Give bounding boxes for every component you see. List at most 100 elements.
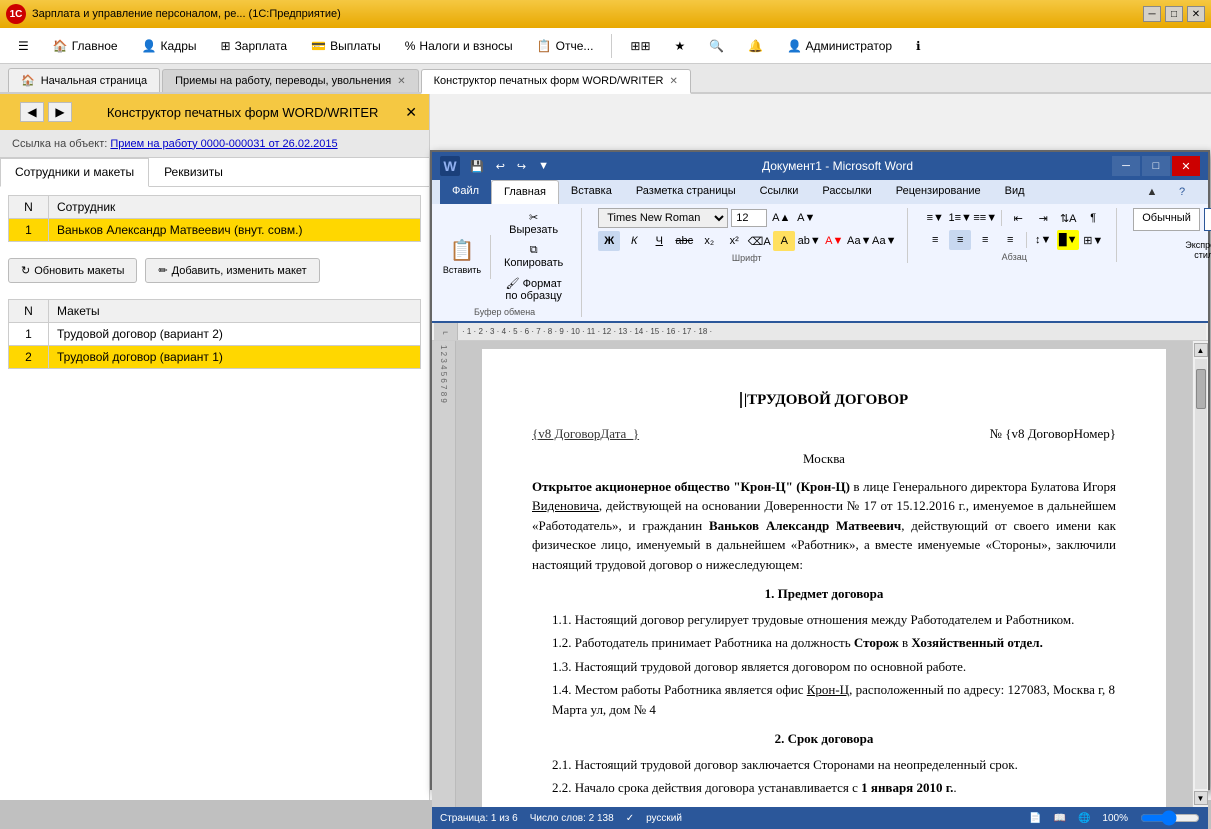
align-left-btn[interactable]: ≡	[924, 230, 946, 250]
tab-hr-close[interactable]: ✕	[397, 76, 405, 87]
refresh-templates-btn[interactable]: ↻ Обновить макеты	[8, 258, 137, 283]
tab-constructor-close[interactable]: ✕	[669, 76, 677, 87]
view-normal-btn[interactable]: 📄	[1029, 813, 1041, 824]
bold-btn[interactable]: Ж	[598, 231, 620, 251]
increase-indent-btn[interactable]: ⇥	[1032, 208, 1054, 228]
align-right-btn[interactable]: ≡	[974, 230, 996, 250]
app-logo: 1C	[6, 4, 26, 24]
tab-constructor[interactable]: Конструктор печатных форм WORD/WRITER ✕	[421, 69, 691, 94]
view-reading-btn[interactable]: 📖	[1054, 813, 1066, 824]
ribbon-tab-home[interactable]: Главная	[491, 180, 559, 204]
multilevel-btn[interactable]: ≡≡▼	[974, 208, 996, 228]
status-spell-icon[interactable]: ✓	[626, 813, 634, 824]
line-spacing-btn[interactable]: ↕▼	[1032, 230, 1054, 250]
minimize-btn[interactable]: ─	[1143, 6, 1161, 22]
scroll-up-btn[interactable]: ▲	[1194, 343, 1208, 357]
superscript-btn[interactable]: x²	[723, 231, 745, 251]
menu-apps[interactable]: ⊞⊞	[620, 35, 660, 57]
express-styles-btn[interactable]: Экспресс-стили	[1176, 235, 1211, 265]
forward-btn[interactable]: ▶	[48, 102, 72, 122]
back-btn[interactable]: ◀	[20, 102, 44, 122]
menu-home[interactable]: 🏠 Главное	[43, 35, 128, 57]
word-qa-more[interactable]: ▼	[534, 158, 553, 175]
change-case-btn[interactable]: Аа▼	[873, 231, 895, 251]
zoom-slider[interactable]	[1140, 810, 1200, 826]
word-close-btn[interactable]: ✕	[1172, 156, 1200, 176]
underline-btn[interactable]: Ч	[648, 231, 670, 251]
font-size-input[interactable]	[731, 209, 767, 227]
menu-info[interactable]: ℹ	[906, 35, 931, 57]
tab-hr[interactable]: Приемы на работу, переводы, увольнения ✕	[162, 69, 419, 92]
close-btn[interactable]: ✕	[1187, 6, 1205, 22]
word-undo-btn[interactable]: ↩	[492, 158, 509, 175]
word-save-btn[interactable]: 💾	[466, 158, 488, 175]
borders-btn[interactable]: ⊞▼	[1082, 230, 1104, 250]
menu-salary[interactable]: ⊞ Зарплата	[211, 35, 298, 57]
help-btn[interactable]: ?	[1168, 182, 1196, 202]
menu-reports[interactable]: 📋 Отче...	[527, 35, 604, 57]
ribbon-tab-insert[interactable]: Вставка	[559, 180, 624, 204]
font-name-select[interactable]: Times New Roman	[598, 208, 728, 228]
style-h1[interactable]: Заголо...	[1204, 208, 1211, 231]
scroll-thumb[interactable]	[1196, 369, 1206, 409]
justify-btn[interactable]: ≡	[999, 230, 1021, 250]
ribbon-tab-references[interactable]: Ссылки	[748, 180, 811, 204]
show-para-btn[interactable]: ¶	[1082, 208, 1104, 228]
font-size-input2[interactable]: Аа▼	[848, 231, 870, 251]
ribbon-collapse-btn[interactable]: ▲	[1138, 182, 1166, 202]
ribbon-tab-view[interactable]: Вид	[993, 180, 1037, 204]
paste-btn[interactable]: 📋 Вставить	[440, 235, 484, 279]
ribbon-tab-file[interactable]: Файл	[440, 180, 491, 204]
shading-btn[interactable]: █▼	[1057, 230, 1079, 250]
format-painter-btn[interactable]: 🖌 Формат по образцу	[498, 274, 569, 305]
tab-home[interactable]: 🏠 Начальная страница	[8, 68, 160, 92]
align-center-btn[interactable]: ≡	[949, 230, 971, 250]
menu-hr[interactable]: 👤 Кадры	[132, 35, 207, 57]
panel-link-value[interactable]: Прием на работу 0000-000031 от 26.02.201…	[110, 138, 337, 150]
word-minimize-btn[interactable]: ─	[1112, 156, 1140, 176]
word-doc-content[interactable]: |ТРУДОВОЙ ДОГОВОР {v8 ДоговорДата_} № {v…	[456, 341, 1192, 807]
ribbon-tab-page-layout[interactable]: Разметка страницы	[624, 180, 748, 204]
menu-search[interactable]: 🔍	[699, 35, 734, 57]
menu-taxes[interactable]: % Налоги и взносы	[395, 35, 523, 57]
style-normal[interactable]: Обычный	[1133, 208, 1200, 231]
restore-btn[interactable]: □	[1165, 6, 1183, 22]
menu-favorites[interactable]: ★	[665, 35, 696, 57]
font-size-dec-btn[interactable]: A▼	[795, 208, 817, 228]
menu-notifications[interactable]: 🔔	[738, 35, 773, 57]
word-restore-btn[interactable]: □	[1142, 156, 1170, 176]
cut-btn[interactable]: ✂ Вырезать	[498, 208, 569, 239]
decrease-indent-btn[interactable]: ⇤	[1007, 208, 1029, 228]
clear-format-btn[interactable]: ⌫A	[748, 231, 770, 251]
template-row-selected[interactable]: 2 Трудовой договор (вариант 1)	[9, 346, 421, 369]
word-title-text: Документ1 - Microsoft Word	[563, 159, 1112, 173]
copy-btn[interactable]: ⧉ Копировать	[498, 241, 569, 272]
subscript-btn[interactable]: x₂	[698, 231, 720, 251]
panel-tab-employees[interactable]: Сотрудники и макеты	[0, 158, 149, 187]
bullets-btn[interactable]: ≡▼	[924, 208, 946, 228]
font-color-btn[interactable]: A▼	[823, 231, 845, 251]
employee-row[interactable]: 1 Ваньков Александр Матвеевич (внут. сов…	[9, 219, 421, 242]
italic-btn[interactable]: К	[623, 231, 645, 251]
view-web-btn[interactable]: 🌐	[1078, 813, 1090, 824]
font-size-inc-btn[interactable]: A▲	[770, 208, 792, 228]
menu-hamburger[interactable]: ☰	[8, 35, 39, 57]
strikethrough-btn[interactable]: abc	[673, 231, 695, 251]
panel-tab-requisites[interactable]: Реквизиты	[149, 158, 238, 186]
menu-payments[interactable]: 💳 Выплаты	[301, 35, 391, 57]
panel-close-btn[interactable]: ✕	[405, 104, 417, 121]
copy-icon: ⧉	[530, 244, 538, 256]
template-row[interactable]: 1 Трудовой договор (вариант 2)	[9, 323, 421, 346]
text-effects-btn[interactable]: A	[773, 231, 795, 251]
word-scrollbar-v[interactable]: ▲ ▼	[1192, 341, 1208, 807]
highlight-btn[interactable]: ab▼	[798, 231, 820, 251]
ribbon-tab-review[interactable]: Рецензирование	[884, 180, 993, 204]
ribbon-tab-mailings[interactable]: Рассылки	[810, 180, 883, 204]
numbering-btn[interactable]: 1≡▼	[949, 208, 971, 228]
menu-user[interactable]: 👤 Администратор	[777, 35, 902, 57]
sort-btn[interactable]: ⇅A	[1057, 208, 1079, 228]
scroll-down-btn[interactable]: ▼	[1194, 791, 1208, 805]
add-template-btn[interactable]: ✏ Добавить, изменить макет	[145, 258, 319, 283]
word-redo-btn[interactable]: ↪	[513, 158, 530, 175]
ruler-corner[interactable]: ⌐	[443, 327, 448, 337]
